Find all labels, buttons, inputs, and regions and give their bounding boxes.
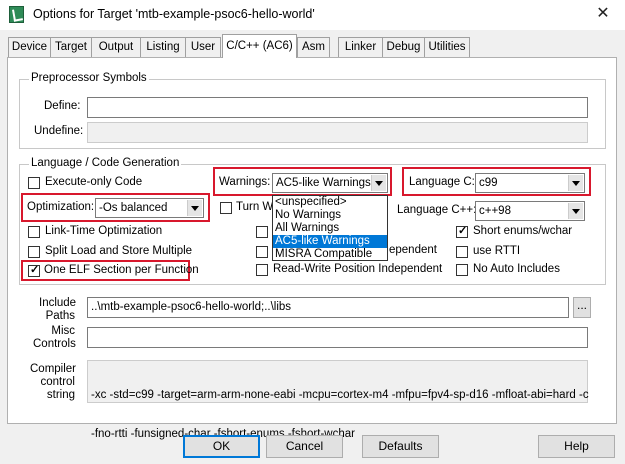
tab-output[interactable]: Output — [91, 37, 141, 57]
warnings-option[interactable]: <unspecified> — [273, 196, 387, 209]
include-paths-browse-button[interactable]: ... — [573, 297, 591, 318]
tab-linker[interactable]: Linker — [338, 37, 383, 57]
include-paths-label: Include Paths — [39, 297, 77, 323]
ok-button[interactable]: OK — [183, 435, 260, 458]
short-enums-label: Short enums/wchar — [473, 225, 573, 237]
execute-only-label: Execute-only Code — [45, 176, 143, 188]
split-load-checkbox[interactable] — [28, 246, 40, 258]
ro-pi-checkbox[interactable] — [256, 246, 268, 258]
warnings-value: AC5-like Warnings — [276, 177, 371, 189]
tab-debug[interactable]: Debug — [382, 37, 425, 57]
misc-controls-label: Misc Controls — [33, 325, 76, 351]
optimization-value: -Os balanced — [99, 202, 168, 214]
chevron-down-icon — [568, 175, 583, 191]
define-label: Define: — [44, 100, 81, 112]
app-icon — [9, 6, 24, 23]
link-time-label: Link-Time Optimization — [45, 225, 163, 237]
tab-device[interactable]: Device — [8, 37, 51, 57]
define-field[interactable] — [87, 97, 588, 118]
one-elf-checkbox[interactable] — [28, 263, 40, 277]
warnings-option[interactable]: All Warnings — [273, 222, 387, 235]
include-paths-label-line1: Include — [39, 297, 77, 309]
optimization-label: Optimization: — [27, 201, 95, 213]
undefine-field[interactable] — [87, 122, 588, 143]
language-cpp-label: Language C++: — [397, 204, 477, 216]
no-auto-includes-checkbox[interactable] — [456, 264, 468, 276]
one-elf-label: One ELF Section per Function — [44, 264, 199, 276]
chevron-down-icon — [568, 203, 583, 219]
misc-controls-label-line2: Controls — [33, 338, 76, 350]
warnings-option[interactable]: No Warnings — [273, 209, 387, 222]
compiler-control-label-line3: string — [46, 389, 75, 401]
tab-asm[interactable]: Asm — [297, 37, 330, 57]
tab-listing[interactable]: Listing — [140, 37, 186, 57]
use-rtti-checkbox[interactable] — [456, 246, 468, 258]
language-c-select[interactable]: c99 — [475, 173, 585, 193]
window-title: Options for Target 'mtb-example-psoc6-he… — [33, 7, 315, 21]
tab-target[interactable]: Target — [50, 37, 92, 57]
warnings-dropdown-list[interactable]: <unspecified> No Warnings All Warnings A… — [272, 195, 388, 261]
language-c-value: c99 — [479, 177, 498, 189]
rw-pi-checkbox[interactable] — [256, 264, 268, 276]
warnings-option[interactable]: MISRA Compatible — [273, 248, 387, 261]
tab-utilities[interactable]: Utilities — [424, 37, 470, 57]
compiler-control-label: Compiler control string — [30, 363, 77, 402]
tab-user[interactable]: User — [185, 37, 221, 57]
compiler-control-label-line2: control — [40, 376, 75, 388]
cancel-button[interactable]: Cancel — [266, 435, 343, 458]
use-rtti-label: use RTTI — [473, 245, 521, 257]
optimization-select[interactable]: -Os balanced — [95, 198, 204, 218]
title-bar: Options for Target 'mtb-example-psoc6-he… — [0, 0, 625, 30]
no-auto-includes-label: No Auto Includes — [473, 263, 560, 275]
ro-pi-label-tail: ependent — [389, 244, 437, 256]
language-group-label: Language / Code Generation — [29, 157, 182, 169]
chevron-down-icon — [187, 200, 202, 216]
split-load-label: Split Load and Store Multiple — [45, 245, 193, 257]
compiler-control-string: -xc -std=c99 -target=arm-arm-none-eabi -… — [87, 360, 589, 440]
link-time-checkbox[interactable] — [28, 226, 40, 238]
tab-c-cpp-ac6[interactable]: C/C++ (AC6) — [222, 34, 297, 58]
execute-only-checkbox[interactable] — [28, 177, 40, 189]
preprocessor-group-label: Preprocessor Symbols — [29, 72, 149, 84]
misc-controls-label-line1: Misc — [51, 325, 75, 337]
include-paths-label-line2: Paths — [45, 310, 75, 322]
close-button[interactable]: ✕ — [589, 2, 617, 26]
include-paths-field[interactable]: ..\mtb-example-psoc6-hello-world;..\libs — [87, 297, 569, 318]
undefine-label: Undefine: — [34, 125, 84, 137]
short-enums-checkbox[interactable] — [456, 224, 468, 238]
warnings-option-selected[interactable]: AC5-like Warnings — [273, 235, 387, 248]
language-c-label: Language C: — [409, 176, 475, 188]
misc-controls-field[interactable] — [87, 327, 588, 348]
warnings-label: Warnings: — [219, 176, 271, 188]
ro-pi-checkbox-partial[interactable] — [256, 226, 268, 238]
warnings-select[interactable]: AC5-like Warnings — [272, 173, 388, 193]
compiler-control-label-line1: Compiler — [30, 363, 77, 375]
turn-warnings-checkbox[interactable] — [220, 202, 232, 214]
language-cpp-select[interactable]: c++98 — [475, 201, 585, 221]
defaults-button[interactable]: Defaults — [362, 435, 439, 458]
compiler-control-line1: -xc -std=c99 -target=arm-arm-none-eabi -… — [91, 389, 589, 401]
language-cpp-value: c++98 — [479, 205, 511, 217]
rw-pi-label: Read-Write Position Independent — [273, 263, 443, 275]
help-button[interactable]: Help — [538, 435, 615, 458]
chevron-down-icon — [371, 175, 386, 191]
